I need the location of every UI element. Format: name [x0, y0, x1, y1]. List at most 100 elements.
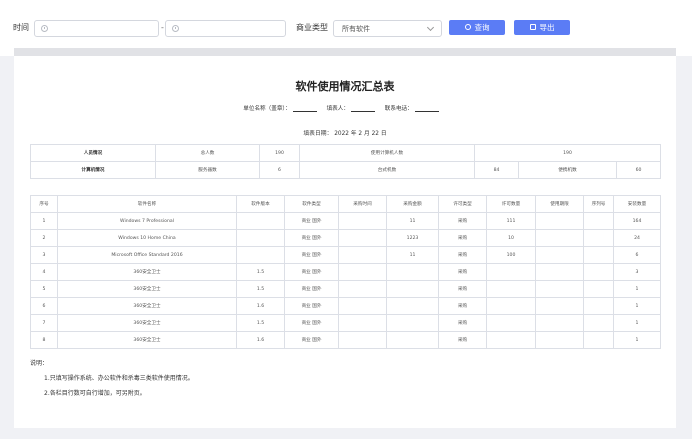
unit-name-label: 单位名称（盖章）：: [243, 106, 291, 112]
table-cell: [535, 229, 584, 247]
table-cell: [535, 314, 584, 332]
column-header: 序号: [30, 195, 58, 213]
table-cell: 采购: [438, 212, 487, 230]
table-cell: 5: [30, 280, 58, 298]
table-cell: 商业 国外: [284, 263, 339, 281]
table-cell: [486, 280, 536, 298]
table-cell: 1.5: [236, 280, 285, 298]
notes: 说明： 1.只填写操作系统、办公软件和杀毒三类软件使用情况。 2.各栏目行数可自…: [30, 356, 194, 401]
table-cell: [583, 297, 614, 315]
report-sheet: 软件使用情况汇总表 单位名称（盖章）： 填表人： 联系电话： 填表日期： 202…: [14, 56, 676, 428]
clock-icon: [172, 25, 179, 32]
table-cell: [583, 263, 614, 281]
table-cell: [338, 314, 387, 332]
table-row: 4 360安全卫士 1.5 商业 国外 采购 3: [30, 263, 661, 281]
table-cell: 1.5: [236, 263, 285, 281]
table-cell: 1.6: [236, 331, 285, 349]
table-cell: 7: [30, 314, 58, 332]
table-cell: 1: [613, 314, 661, 332]
table-cell: [338, 331, 387, 349]
table-cell: 1: [613, 331, 661, 349]
table-cell: [338, 246, 387, 264]
export-button-label: 导出: [539, 23, 555, 32]
table-cell: Windows 10 Home China: [57, 229, 237, 247]
table-cell: 采购: [438, 280, 487, 298]
table-cell: [338, 212, 387, 230]
column-header: 安装数量: [613, 195, 661, 213]
table-cell: 360安全卫士: [57, 314, 237, 332]
note-line: 1.只填写操作系统、办公软件和杀毒三类软件使用情况。: [44, 375, 194, 382]
table-cell: 3: [613, 263, 661, 281]
table-header-row: 序号 软件名称 软件版本 软件类型 采购时间 采购金额 许可类型 许可数量 使用期限 序列号 安装数…: [30, 195, 661, 213]
summary-table: 人员情况 总人数 190 使用计算机人数 190 计算机情况 服务器数 6 台式…: [30, 144, 662, 179]
table-cell: 商业 国外: [284, 229, 339, 247]
search-button-label: 查询: [474, 23, 490, 32]
column-header: 软件类型: [284, 195, 339, 213]
table-cell: [338, 280, 387, 298]
table-cell: [486, 331, 536, 349]
table-cell: 6: [30, 297, 58, 315]
table-row: 2 Windows 10 Home China 商业 国外 1223 采购 10 24: [30, 229, 661, 247]
table-cell: 11: [386, 246, 439, 264]
summary-cell: 84: [474, 161, 519, 179]
table-cell: 100: [486, 246, 536, 264]
search-icon: [464, 24, 471, 30]
table-cell: [386, 331, 439, 349]
chevron-down-icon: [426, 23, 435, 32]
summary-cell: 使用计算机人数: [299, 144, 475, 162]
table-cell: 360安全卫士: [57, 280, 237, 298]
table-cell: [386, 263, 439, 281]
software-type-select[interactable]: 所有软件: [333, 20, 442, 37]
column-header: 软件名称: [57, 195, 237, 213]
table-cell: [535, 212, 584, 230]
summary-row-computers: 计算机情况 服务器数 6 台式机数 84 便携机数 60: [30, 161, 662, 179]
summary-cell: 人员情况: [30, 144, 156, 162]
summary-cell: 190: [259, 144, 300, 162]
table-cell: 360安全卫士: [57, 263, 237, 281]
summary-cell: 台式机数: [299, 161, 475, 179]
table-cell: Windows 7 Professional: [57, 212, 237, 230]
table-cell: 1: [30, 212, 58, 230]
type-label: 商业类型: [296, 23, 328, 32]
table-cell: [583, 229, 614, 247]
report-header-fields: 单位名称（盖章）： 填表人： 联系电话：: [14, 104, 676, 112]
table-cell: 采购: [438, 246, 487, 264]
table-cell: [386, 280, 439, 298]
table-cell: [535, 246, 584, 264]
unit-name-blank: [292, 106, 317, 112]
table-cell: [236, 212, 285, 230]
export-button[interactable]: 导出: [514, 20, 570, 35]
report-title: 软件使用情况汇总表: [295, 80, 395, 93]
table-cell: 3: [30, 246, 58, 264]
table-cell: [583, 314, 614, 332]
table-cell: [338, 263, 387, 281]
export-icon: [529, 24, 536, 30]
table-cell: 1.5: [236, 314, 285, 332]
end-date-input[interactable]: [165, 20, 286, 37]
table-cell: 采购: [438, 229, 487, 247]
table-cell: 商业 国外: [284, 314, 339, 332]
summary-cell: 服务器数: [155, 161, 260, 179]
table-row: 3 Microsoft Office Standard 2016 商业 国外 11 采购…: [30, 246, 661, 264]
summary-cell: 计算机情况: [30, 161, 156, 179]
table-cell: 2: [30, 229, 58, 247]
table-cell: 商业 国外: [284, 212, 339, 230]
software-table: 序号 软件名称 软件版本 软件类型 采购时间 采购金额 许可类型 许可数量 使用期限 序列号 安装数…: [30, 195, 661, 349]
clock-icon: [41, 25, 48, 32]
table-cell: [583, 212, 614, 230]
table-cell: [486, 314, 536, 332]
table-row: 1 Windows 7 Professional 商业 国外 11 采购 111 164: [30, 212, 661, 230]
table-cell: [583, 246, 614, 264]
start-date-input[interactable]: [34, 20, 159, 37]
table-cell: 商业 国外: [284, 246, 339, 264]
table-cell: [535, 331, 584, 349]
table-cell: 商业 国外: [284, 331, 339, 349]
fill-date: 填表日期： 2022 年 2 月 22 日: [303, 131, 387, 137]
table-cell: 360安全卫士: [57, 297, 237, 315]
date-separator: -: [161, 23, 164, 32]
summary-row-personnel: 人员情况 总人数 190 使用计算机人数 190: [30, 144, 662, 162]
time-label: 时间: [13, 23, 29, 32]
table-cell: [236, 246, 285, 264]
search-button[interactable]: 查询: [449, 20, 505, 35]
table-cell: 采购: [438, 331, 487, 349]
